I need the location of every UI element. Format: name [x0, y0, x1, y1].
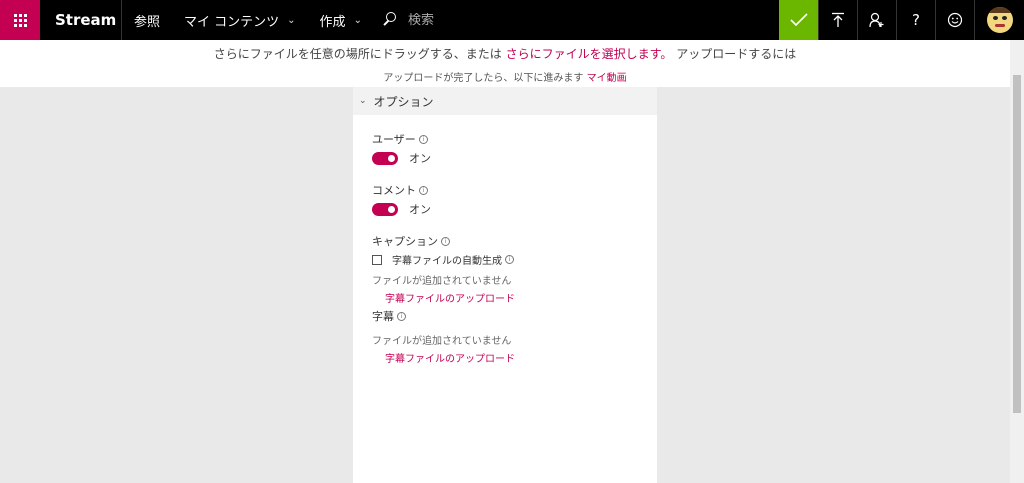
- options-panel: ⌄ オプション ユーザー i オン コメント i オン キャプション i 字幕フ…: [353, 87, 657, 483]
- app-launcher-button[interactable]: [0, 0, 40, 40]
- help-icon: ?: [912, 11, 920, 29]
- search-input[interactable]: [407, 12, 708, 28]
- help-button[interactable]: ?: [896, 0, 935, 40]
- my-videos-link[interactable]: マイ動画: [587, 73, 627, 84]
- select-files-link[interactable]: さらにファイルを選択します。: [506, 47, 673, 61]
- toolbar-icons: ?: [779, 0, 1024, 40]
- auto-caption-label: 字幕ファイルの自動生成: [392, 256, 502, 267]
- nav-browse-label: 参照: [134, 14, 161, 30]
- comments-toggle-row: オン: [372, 201, 657, 217]
- nav-create-label: 作成: [319, 14, 346, 30]
- upload-button[interactable]: [818, 0, 857, 40]
- notice-text: さらにファイルを任意の場所にドラッグする、または: [213, 47, 502, 61]
- subtitles-label: 字幕: [372, 310, 394, 323]
- subtitles-no-file-text: ファイルが追加されていません: [372, 336, 512, 347]
- nav-my-content[interactable]: マイ コンテンツ ⌄: [172, 0, 308, 40]
- invite-button[interactable]: [857, 0, 896, 40]
- top-navigation-bar: Stream 参照 マイ コンテンツ ⌄ 作成 ⌄ ?: [0, 0, 1024, 40]
- notice-text: アップロードが完了したら、以下に進みます: [383, 73, 584, 84]
- users-toggle-row: オン: [372, 150, 657, 166]
- info-icon[interactable]: i: [441, 236, 450, 246]
- nav-my-content-label: マイ コンテンツ: [184, 14, 280, 30]
- scrollbar-thumb[interactable]: [1013, 75, 1021, 413]
- info-icon[interactable]: i: [505, 255, 514, 264]
- captions-upload-link[interactable]: 字幕ファイルのアップロード: [372, 290, 657, 305]
- captions-no-file-text: ファイルが追加されていません: [372, 276, 512, 287]
- users-label: ユーザー: [372, 133, 416, 146]
- subtitles-upload-link[interactable]: 字幕ファイルのアップロード: [372, 350, 657, 365]
- comments-toggle-state: オン: [409, 203, 431, 216]
- nav-create[interactable]: 作成 ⌄: [308, 0, 374, 40]
- waffle-icon: [13, 13, 27, 27]
- search-box: [374, 0, 769, 40]
- avatar: [986, 7, 1013, 33]
- chevron-down-icon: ⌄: [287, 14, 296, 26]
- options-section-header[interactable]: ⌄ オプション: [353, 87, 657, 115]
- subtitles-label-row: 字幕 i: [372, 308, 657, 324]
- info-icon[interactable]: i: [397, 311, 406, 321]
- info-icon[interactable]: i: [418, 134, 428, 144]
- comments-label-row: コメント i: [372, 182, 657, 198]
- feedback-button[interactable]: [935, 0, 974, 40]
- options-title: オプション: [373, 94, 434, 109]
- upload-notice: さらにファイルを任意の場所にドラッグする、または さらにファイルを選択します。 …: [0, 40, 1010, 87]
- upload-notice-line2: アップロードが完了したら、以下に進みます マイ動画: [0, 69, 1010, 84]
- upload-complete-button[interactable]: [779, 0, 818, 40]
- captions-label-row: キャプション i: [372, 233, 657, 249]
- smiley-icon: [947, 12, 963, 28]
- nav-browse[interactable]: 参照: [122, 0, 172, 40]
- brand-name[interactable]: Stream: [40, 0, 122, 40]
- checkmark-icon: [789, 13, 808, 27]
- comments-label: コメント: [372, 184, 416, 197]
- users-toggle[interactable]: [372, 151, 398, 165]
- captions-label: キャプション: [372, 235, 438, 248]
- search-icon[interactable]: [380, 9, 402, 31]
- account-button[interactable]: [974, 0, 1024, 40]
- comments-toggle[interactable]: [372, 202, 398, 216]
- add-person-icon: [869, 12, 884, 28]
- info-icon[interactable]: i: [419, 185, 428, 195]
- auto-caption-row: 字幕ファイルの自動生成 i: [372, 252, 657, 267]
- upload-notice-line1: さらにファイルを任意の場所にドラッグする、または さらにファイルを選択します。 …: [0, 45, 1010, 62]
- page-scrollbar[interactable]: [1010, 40, 1024, 483]
- users-toggle-state: オン: [409, 152, 431, 165]
- notice-text: アップロードするには: [676, 47, 797, 61]
- upload-icon: [832, 12, 844, 27]
- chevron-down-icon: ⌄: [359, 96, 367, 106]
- users-label-row: ユーザー i: [372, 131, 657, 147]
- chevron-down-icon: ⌄: [353, 14, 362, 26]
- auto-caption-checkbox[interactable]: [372, 254, 382, 265]
